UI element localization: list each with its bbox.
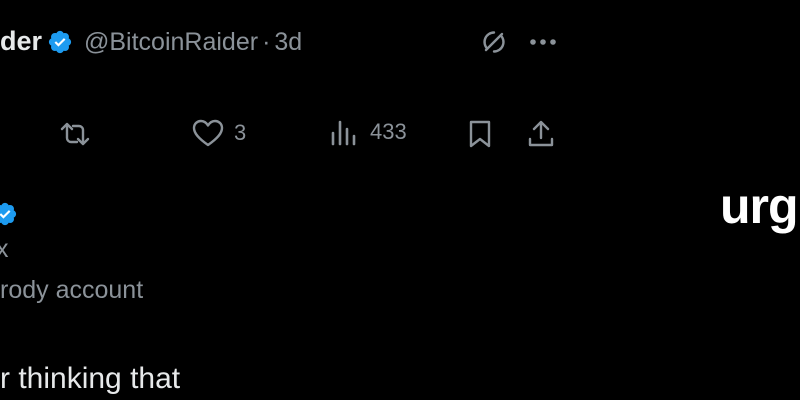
verified-badge-icon [0,202,17,226]
separator-dot: · [262,28,271,56]
like-button[interactable]: 3 [192,118,246,148]
parody-account-label: rody account [0,276,144,304]
more-icon [530,39,556,45]
views-button[interactable]: 433 [330,118,407,146]
share-icon [528,120,554,147]
views-icon [331,120,356,146]
bookmark-icon [469,120,491,148]
second-author-handle: x [0,235,9,263]
handle-text: @BitcoinRaider [84,28,259,56]
repost-button[interactable] [56,116,94,152]
verified-badge-icon [48,30,72,54]
bookmark-button[interactable] [464,116,496,152]
post-body-text: r thinking that [0,362,181,395]
grok-icon [483,31,505,53]
repost-icon [60,122,90,146]
view-count: 433 [370,119,407,144]
post-timestamp[interactable]: 3d [274,28,302,56]
author-name[interactable]: der [0,24,42,58]
heart-icon [192,119,224,147]
share-button[interactable] [524,116,558,152]
grok-button[interactable] [478,26,510,58]
like-count: 3 [234,120,247,145]
author-handle[interactable]: @BitcoinRaider · 3d [84,26,302,58]
more-options-button[interactable] [526,26,560,58]
video-caption-overlay: urg [720,178,799,234]
